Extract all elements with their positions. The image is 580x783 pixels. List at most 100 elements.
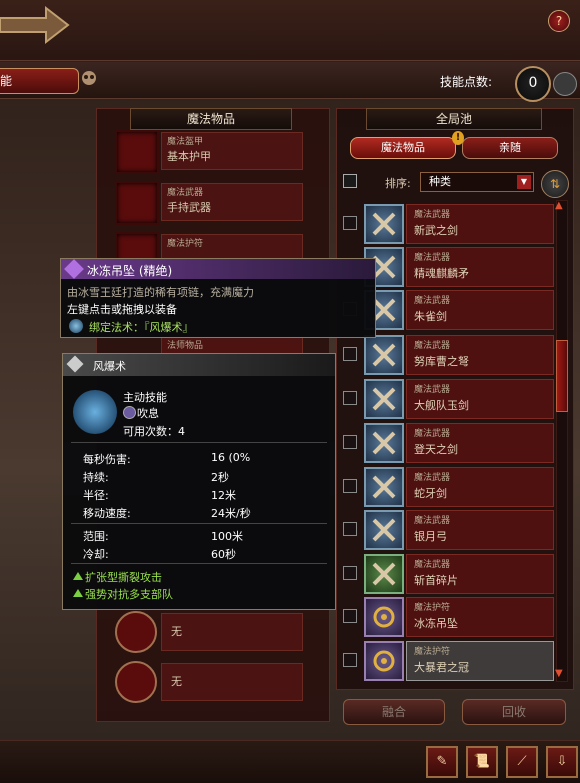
pool-item[interactable]: 魔法武器 斩首碎片 bbox=[340, 554, 554, 594]
back-arrow-icon[interactable] bbox=[0, 4, 70, 46]
quill-icon[interactable]: ✎ bbox=[426, 746, 458, 778]
tab-followers[interactable]: 亲随 bbox=[462, 137, 558, 159]
scroll-up-icon[interactable]: ▲ bbox=[555, 200, 563, 211]
equipped-panel-title: 魔法物品 bbox=[130, 108, 292, 130]
item-checkbox[interactable] bbox=[343, 347, 357, 361]
item-checkbox[interactable] bbox=[343, 216, 357, 230]
item-name: 斩首碎片 bbox=[414, 574, 458, 587]
talisman-icon bbox=[364, 597, 404, 637]
item-checkbox[interactable] bbox=[343, 653, 357, 667]
sort-order-button[interactable]: ⇅ bbox=[541, 170, 569, 198]
divider bbox=[71, 523, 327, 524]
skills-tab[interactable]: 能 bbox=[0, 68, 79, 94]
slot-category: 魔法护符 bbox=[167, 239, 204, 249]
stat-value: 16 (0% bbox=[211, 451, 251, 464]
pool-item[interactable]: 魔法武器 登天之剑 bbox=[340, 423, 554, 463]
alert-icon: ! bbox=[452, 131, 464, 145]
item-tooltip: 冰冻吊坠 (精绝) 由冰雪王廷打造的稀有项链，充满魔力 左键点击或拖拽以装备 绑… bbox=[60, 258, 376, 338]
item-category: 魔法武器 bbox=[414, 296, 451, 306]
pool-item[interactable]: 魔法武器 努库曹之弩 bbox=[340, 335, 554, 375]
select-all-checkbox[interactable] bbox=[343, 174, 357, 188]
slot-follower-1[interactable]: 无 bbox=[115, 611, 305, 653]
item-checkbox[interactable] bbox=[343, 566, 357, 580]
talisman-icon bbox=[364, 641, 404, 681]
sword-icon[interactable]: ⟋ bbox=[506, 746, 538, 778]
breath-icon bbox=[123, 406, 136, 419]
crossed-weapons-icon bbox=[364, 379, 404, 419]
spell-subtype: 吹息 bbox=[137, 407, 159, 420]
sort-label: 排序: bbox=[385, 177, 411, 190]
pool-item[interactable]: 魔法武器 新武之剑 bbox=[340, 204, 554, 244]
sort-value: 种类 bbox=[429, 175, 451, 188]
slot-name: 基本护甲 bbox=[167, 150, 211, 163]
spell-uses: 可用次数：4 bbox=[123, 425, 185, 438]
slot-weapon[interactable]: 魔法武器 手持武器 bbox=[115, 181, 305, 225]
divider bbox=[71, 442, 327, 443]
item-category: 魔法武器 bbox=[414, 516, 451, 526]
scroll-down-icon[interactable]: ▼ bbox=[555, 668, 563, 679]
fuse-button[interactable]: 融合 bbox=[343, 699, 445, 725]
item-checkbox[interactable] bbox=[343, 609, 357, 623]
pool-item[interactable]: 魔法武器 银月弓 bbox=[340, 510, 554, 550]
crossed-weapons-icon bbox=[364, 467, 404, 507]
help-button[interactable]: ? bbox=[548, 10, 570, 32]
skill-points-value: 0 bbox=[515, 66, 551, 102]
item-category: 魔法武器 bbox=[414, 385, 451, 395]
crossed-weapons-icon bbox=[364, 554, 404, 594]
item-category: 魔法护符 bbox=[414, 603, 451, 613]
divider bbox=[71, 563, 327, 564]
stat-value: 12米 bbox=[211, 489, 236, 502]
pool-item[interactable]: 魔法武器 大舰队玉剑 bbox=[340, 379, 554, 419]
slot-name: 无 bbox=[171, 625, 182, 638]
slot-frame bbox=[115, 661, 157, 703]
crossed-weapons-icon bbox=[364, 335, 404, 375]
tooltip-bound-spell: 绑定法术：『风爆术』 bbox=[89, 321, 194, 334]
item-name: 努库曹之弩 bbox=[414, 355, 469, 368]
perk-text: 强势对抗多支部队 bbox=[85, 588, 173, 601]
slot-armor[interactable]: 魔法盔甲 基本护甲 bbox=[115, 130, 305, 174]
skill-points-button[interactable] bbox=[553, 72, 577, 96]
recycle-button[interactable]: 回收 bbox=[462, 699, 566, 725]
crossed-weapons-icon bbox=[364, 423, 404, 463]
item-name: 大舰队玉剑 bbox=[414, 399, 469, 412]
slot-label-bg bbox=[161, 613, 303, 651]
item-name: 新武之剑 bbox=[414, 224, 458, 237]
stat-value: 24米/秒 bbox=[211, 507, 251, 520]
item-category: 魔法武器 bbox=[414, 341, 451, 351]
item-checkbox[interactable] bbox=[343, 391, 357, 405]
download-icon[interactable]: ⇩ bbox=[546, 746, 578, 778]
stat-value: 2秒 bbox=[211, 471, 229, 484]
sort-dropdown[interactable]: 种类 ▼ bbox=[420, 172, 534, 192]
chevron-down-icon: ▼ bbox=[517, 175, 531, 189]
stat-key: 每秒伤害: bbox=[83, 453, 131, 466]
pool-item[interactable]: 魔法武器 蛇牙剑 bbox=[340, 467, 554, 507]
stat-key: 持续: bbox=[83, 471, 109, 484]
slot-follower-2[interactable]: 无 bbox=[115, 661, 305, 703]
stat-key: 移动速度: bbox=[83, 507, 131, 520]
top-bar bbox=[0, 0, 580, 61]
crossed-weapons-icon bbox=[364, 204, 404, 244]
spell-icon bbox=[73, 390, 117, 434]
pool-item[interactable]: 魔法护符 冰冻吊坠 bbox=[340, 597, 554, 637]
slot-frame bbox=[115, 130, 159, 174]
item-name: 冰冻吊坠 bbox=[414, 617, 458, 630]
item-category: 魔法武器 bbox=[414, 473, 451, 483]
scroll-icon[interactable]: 📜 bbox=[466, 746, 498, 778]
spell-orb-icon bbox=[69, 319, 83, 333]
pool-item[interactable]: 魔法护符 大暴君之冠 bbox=[340, 641, 554, 681]
item-name: 银月弓 bbox=[414, 530, 447, 543]
slot-category: 魔法武器 bbox=[167, 188, 204, 198]
item-checkbox[interactable] bbox=[343, 479, 357, 493]
item-category: 魔法护符 bbox=[414, 647, 451, 657]
item-checkbox[interactable] bbox=[343, 522, 357, 536]
up-arrow-icon bbox=[73, 572, 83, 580]
tab-magic-items[interactable]: 魔法物品 bbox=[350, 137, 456, 159]
scrollbar-thumb[interactable] bbox=[556, 340, 568, 412]
slot-frame bbox=[115, 181, 159, 225]
crossed-weapons-icon bbox=[364, 510, 404, 550]
item-checkbox[interactable] bbox=[343, 435, 357, 449]
item-name: 精魂麒麟矛 bbox=[414, 267, 469, 280]
item-category: 魔法武器 bbox=[414, 210, 451, 220]
skill-points-label: 技能点数: bbox=[440, 75, 493, 89]
scrollbar-track[interactable] bbox=[556, 200, 568, 682]
